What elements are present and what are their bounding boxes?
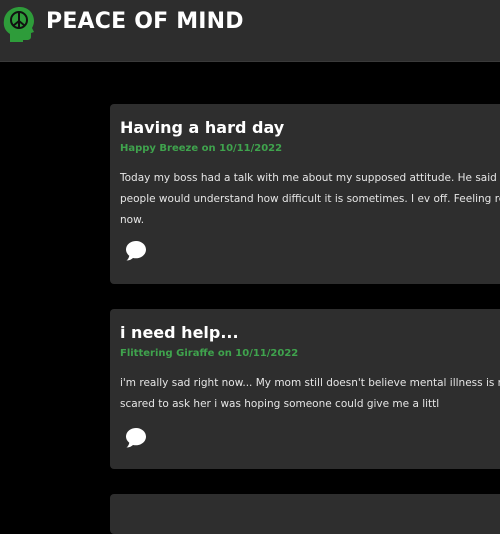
post-body: Today my boss had a talk with me about m… — [120, 172, 500, 226]
post-author-date: Flittering Giraffe on 10/11/2022 — [120, 348, 299, 359]
post-title[interactable]: i need help... — [120, 322, 239, 344]
site-title[interactable]: PEACE OF MIND — [46, 7, 244, 37]
post-body: i'm really sad right now... My mom still… — [120, 377, 500, 410]
post-card[interactable]: Having a hard day Happy Breeze on 10/11/… — [110, 104, 500, 284]
post-card[interactable]: i need help... Flittering Giraffe on 10/… — [110, 309, 500, 469]
comment-icon[interactable] — [124, 239, 148, 263]
post-author-date: Happy Breeze on 10/11/2022 — [120, 143, 283, 154]
top-navbar: PEACE OF MIND — [0, 0, 500, 62]
comment-icon[interactable] — [124, 426, 148, 450]
post-card[interactable] — [110, 494, 500, 534]
head-peace-icon[interactable] — [2, 6, 36, 44]
post-title[interactable]: Having a hard day — [120, 117, 284, 139]
